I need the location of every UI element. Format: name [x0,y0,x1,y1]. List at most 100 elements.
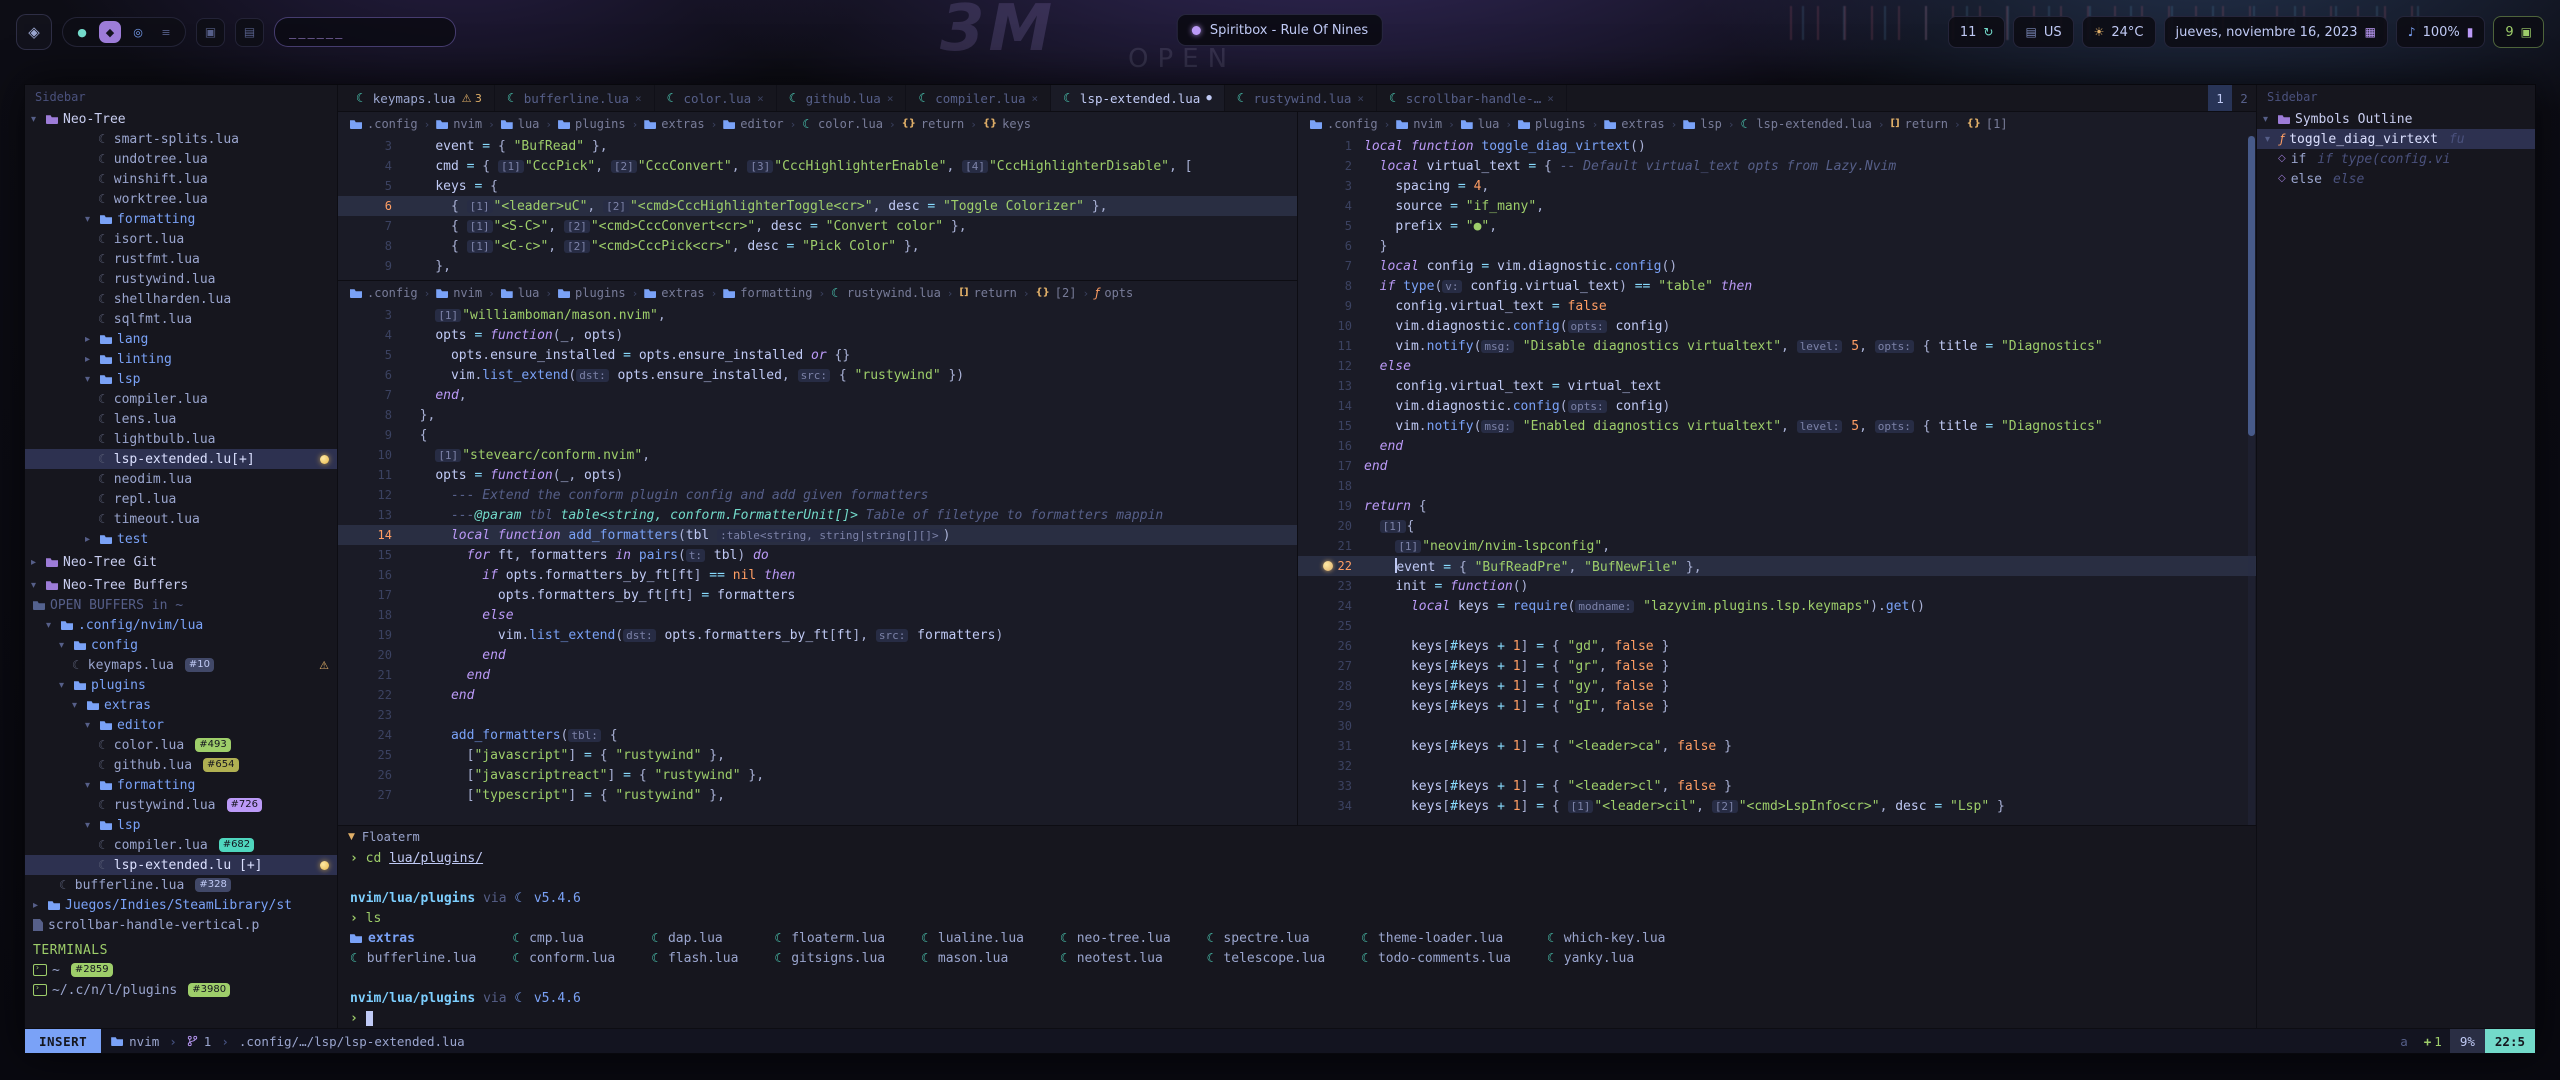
tree-item[interactable]: ~#2859 [25,960,337,980]
code-line[interactable]: 20 [1]{ [1298,516,2256,536]
breadcrumb-item[interactable]: []return [1891,117,1949,131]
code-line[interactable]: 2 local virtual_text = { -- Default virt… [1298,156,2256,176]
ls-entry[interactable]: ☾lualine.lua [921,928,1024,948]
close-icon[interactable]: × [1357,92,1364,105]
code-line[interactable]: 26 keys[#keys + 1] = { "gd", false } [1298,636,2256,656]
breadcrumb-item[interactable]: lsp [1683,117,1722,131]
code-line[interactable]: 24 add_formatters(tbl: { [338,725,1297,745]
ls-entry[interactable]: ☾mason.lua [921,948,1024,968]
tree-item[interactable]: ▾extras [25,695,337,715]
code-line[interactable]: 27 keys[#keys + 1] = { "gr", false } [1298,656,2256,676]
tree-item[interactable]: ▾config [25,635,337,655]
code-line[interactable]: 30 [1298,716,2256,736]
code-line[interactable]: 18 [1298,476,2256,496]
code-line[interactable]: 19return { [1298,496,2256,516]
editor-tab[interactable]: ☾scrollbar-handle-…× [1377,85,1567,111]
code-line[interactable]: 32 [1298,756,2256,776]
tree-item[interactable]: OPEN BUFFERS in ~ [25,595,337,615]
breadcrumb-item[interactable]: lua [501,286,540,300]
ls-entry[interactable]: ☾yanky.lua [1547,948,1666,968]
ls-entry[interactable]: ☾bufferline.lua [350,948,476,968]
ls-entry[interactable]: ☾theme-loader.lua [1361,928,1511,948]
code-line[interactable]: 4 opts = function(_, opts) [338,325,1297,345]
tree-item[interactable]: ▾formatting [25,209,337,229]
terminal-line[interactable]: nvim/lua/plugins via ☾ v5.4.6 [338,888,2256,908]
code-line[interactable]: 25 [1298,616,2256,636]
code-line[interactable]: 29 keys[#keys + 1] = { "gI", false } [1298,696,2256,716]
tree-item[interactable]: ▾lsp [25,815,337,835]
ls-entry[interactable]: ☾neo-tree.lua [1060,928,1171,948]
tree-item[interactable]: ☾compiler.lua#682 [25,835,337,855]
ls-entry[interactable]: ☾which-key.lua [1547,928,1666,948]
tree-item[interactable]: ☾repl.lua [25,489,337,509]
tree-item[interactable]: ☾rustywind.lua [25,269,337,289]
terminal-header[interactable]: ▼ Floaterm [338,826,2256,848]
code-line[interactable]: 26 ["javascriptreact"] = { "rustywind" }… [338,765,1297,785]
volume-widget[interactable]: ♪100%▮ [2396,16,2485,48]
battery-widget[interactable]: 9▣ [2493,16,2544,48]
code-line[interactable]: 14 local function add_formatters(tbl :ta… [338,525,1297,545]
tabpage-2[interactable]: 2 [2232,85,2256,111]
breadcrumb-item[interactable]: ☾rustywind.lua [831,286,941,300]
code-line[interactable]: 9 }, [338,256,1297,276]
code-line[interactable]: 14 vim.diagnostic.config(opts: config) [1298,396,2256,416]
tree-item[interactable]: ▸lang [25,329,337,349]
code-line[interactable]: 3 event = { "BufRead" }, [338,136,1297,156]
date-widget[interactable]: jueves, noviembre 16, 2023▦ [2164,16,2388,48]
code-line[interactable]: 23 init = function() [1298,576,2256,596]
tree-item[interactable]: ☾shellharden.lua [25,289,337,309]
code-line[interactable]: 12 --- Extend the conform plugin config … [338,485,1297,505]
code-line[interactable]: 22 end [338,685,1297,705]
command-input[interactable]: ______ [274,17,456,47]
close-icon[interactable]: × [1032,92,1039,105]
workspace-1-icon[interactable]: ● [71,21,93,43]
workspace-4-icon[interactable]: ≡ [155,21,177,43]
code-line[interactable]: 9 { [338,425,1297,445]
tree-item[interactable]: ▸Juegos/Indies/SteamLibrary/st [25,895,337,915]
breadcrumb-item[interactable]: .config [1310,117,1378,131]
tree-item[interactable]: ☾color.lua#493 [25,735,337,755]
breadcrumb-item[interactable]: {}[2] [1036,286,1077,300]
code-line[interactable]: 21 end [338,665,1297,685]
code-line[interactable]: 24 local keys = require(modname: "lazyvi… [1298,596,2256,616]
breadcrumb-item[interactable]: nvim [1396,117,1442,131]
breadcrumb-item[interactable]: plugins [558,286,626,300]
tree-item[interactable]: ▸linting [25,349,337,369]
code-line[interactable]: 15 vim.notify(msg: "Enabled diagnostics … [1298,416,2256,436]
breadcrumb-item[interactable]: lua [1461,117,1500,131]
terminal-line[interactable]: › ls [338,908,2256,928]
breadcrumb-item[interactable]: nvim [436,117,482,131]
tree-item[interactable]: ☾rustywind.lua#726 [25,795,337,815]
code-line[interactable]: 6 vim.list_extend(dst: opts.ensure_insta… [338,365,1297,385]
notes-icon[interactable]: ▤ [235,18,264,47]
terminal-line[interactable]: nvim/lua/plugins via ☾ v5.4.6 [338,988,2256,1008]
section-header[interactable]: ▸Neo-Tree Git [25,552,337,572]
tree-item[interactable]: ☾sqlfmt.lua [25,309,337,329]
code-line[interactable]: 12 else [1298,356,2256,376]
tree-item[interactable]: ◇ifif type(config.vi [2257,149,2535,169]
breadcrumb-item[interactable]: lua [501,117,540,131]
now-playing-widget[interactable]: Spiritbox - Rule Of Nines [1177,14,1383,46]
tree-item[interactable]: ◇elseelse [2257,169,2535,189]
code-line[interactable]: 31 keys[#keys + 1] = { "<leader>ca", fal… [1298,736,2256,756]
code-line[interactable]: 8 if type(v: config.virtual_text) == "ta… [1298,276,2256,296]
tree-item[interactable]: ☾lsp-extended.lu[+] [25,449,337,469]
tree-item[interactable]: ☾keymaps.lua#10⚠ [25,655,337,675]
tree-item[interactable]: ☾github.lua#654 [25,755,337,775]
tree-item[interactable]: ▾editor [25,715,337,735]
tree-item[interactable]: ▾lsp [25,369,337,389]
clipboard-icon[interactable]: ▣ [196,18,225,47]
tree-item[interactable]: ▾formatting [25,775,337,795]
code-line[interactable]: 7 local config = vim.diagnostic.config() [1298,256,2256,276]
code-line[interactable]: 7 { [1]"<S-C>", [2]"<cmd>CccConvert<cr>"… [338,216,1297,236]
editor-tab[interactable]: ☾color.lua× [655,85,777,111]
code-line[interactable]: 34 keys[#keys + 1] = { [1]"<leader>cil",… [1298,796,2256,816]
terminal-line[interactable]: › [338,1008,2256,1028]
code-line[interactable]: 19 vim.list_extend(dst: opts.formatters_… [338,625,1297,645]
code-line[interactable]: 17 opts.formatters_by_ft[ft] = formatter… [338,585,1297,605]
code-line[interactable]: 7 end, [338,385,1297,405]
tree-item[interactable]: ☾lsp-extended.lu [+] [25,855,337,875]
breadcrumb-item[interactable]: {}return [902,117,965,131]
code-line[interactable]: 10 vim.diagnostic.config(opts: config) [1298,316,2256,336]
code-line[interactable]: 20 end [338,645,1297,665]
